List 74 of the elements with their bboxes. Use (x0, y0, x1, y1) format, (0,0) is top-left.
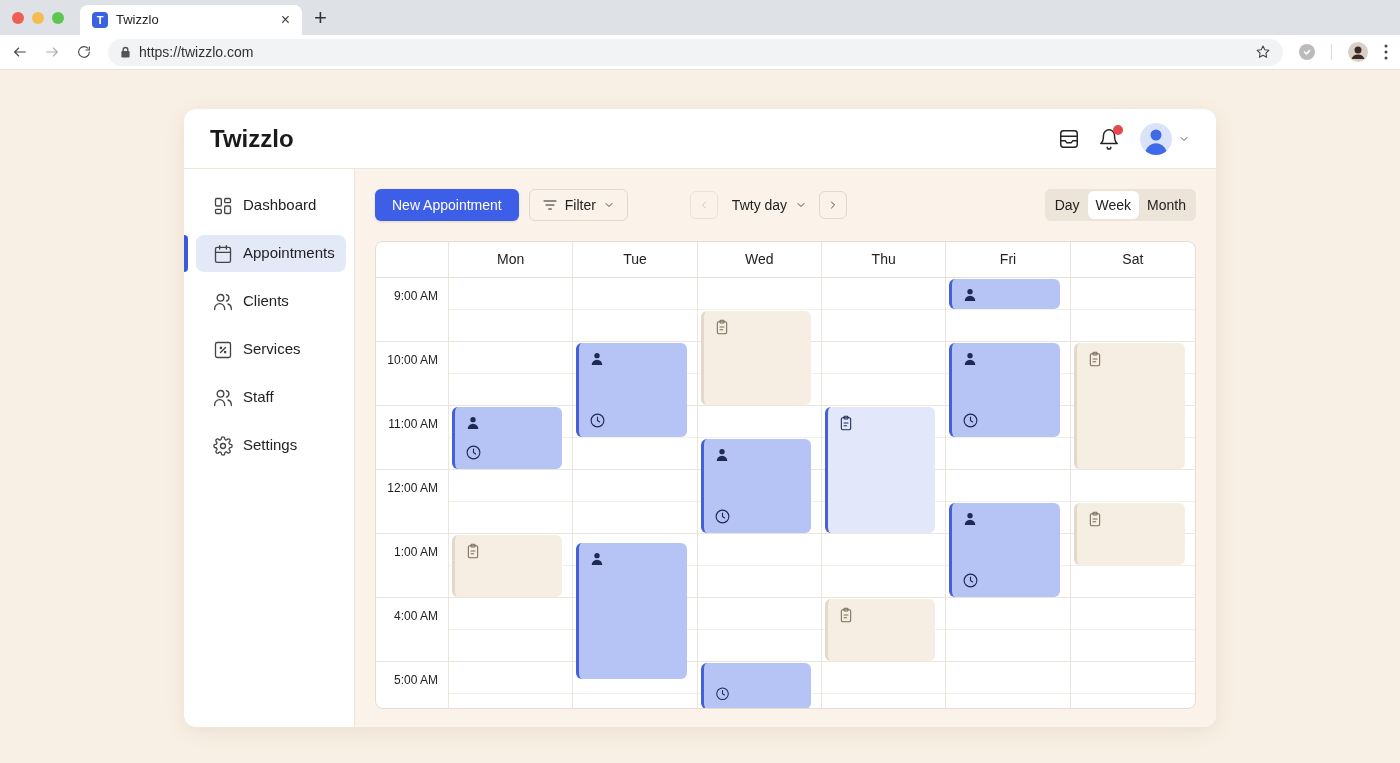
favicon: T (92, 12, 108, 28)
reload-icon[interactable] (76, 44, 92, 60)
sidebar-item[interactable]: Appointments (196, 235, 346, 272)
sidebar-item[interactable]: Settings (196, 427, 346, 464)
people-icon (213, 291, 233, 312)
view-tab[interactable]: Month (1139, 191, 1194, 219)
day-header: Mon (497, 250, 525, 269)
person-icon (465, 415, 481, 431)
appointment-card[interactable] (452, 407, 563, 469)
percent-icon (213, 339, 233, 360)
clipboard-icon (838, 415, 854, 431)
profile-avatar-icon[interactable] (1348, 42, 1368, 62)
view-tab[interactable]: Day (1046, 191, 1088, 219)
people-icon (213, 387, 233, 408)
back-icon[interactable] (12, 44, 28, 60)
extension-icon[interactable] (1299, 44, 1315, 60)
clipboard-icon (465, 543, 481, 559)
appointment-card[interactable] (700, 663, 811, 708)
appointment-card[interactable] (576, 343, 687, 437)
tab-close-button[interactable]: × (280, 12, 290, 28)
inbox-icon[interactable] (1058, 127, 1080, 150)
time-label: 12:00 AM (387, 480, 438, 497)
dashboard-icon (213, 195, 233, 216)
active-indicator (184, 235, 188, 272)
time-label: 5:00 AM (393, 672, 438, 689)
sidebar-item[interactable]: Clients (196, 283, 346, 320)
clock-icon (589, 412, 607, 429)
appointment-card[interactable] (825, 407, 936, 533)
sidebar-item[interactable]: Staff (196, 379, 346, 416)
period-dropdown[interactable]: Twty day (731, 194, 808, 216)
lock-icon (120, 46, 131, 58)
appointment-card[interactable] (949, 343, 1060, 437)
browser-tab[interactable]: T Twizzlo × (80, 5, 302, 35)
day-header: Wed (745, 250, 774, 269)
time-label: 11:00 AM (388, 416, 438, 433)
appointment-card[interactable] (576, 543, 687, 679)
clock-icon (962, 572, 980, 589)
time-label: 1:00 AM (393, 544, 438, 561)
clipboard-icon (838, 607, 854, 623)
star-icon[interactable] (1255, 44, 1271, 60)
new-tab-button[interactable]: + (314, 6, 327, 29)
filter-icon (541, 197, 558, 213)
day-header: Fri (999, 250, 1017, 269)
clock-icon (465, 444, 482, 461)
settings-icon (213, 435, 233, 456)
appointment-card[interactable] (949, 279, 1060, 309)
appointment-card[interactable] (949, 503, 1060, 597)
user-avatar-icon[interactable] (1140, 122, 1172, 155)
clock-icon (962, 412, 980, 429)
clock-icon (713, 685, 731, 701)
more-icon[interactable] (1384, 44, 1388, 60)
filter-button[interactable]: Filter (528, 189, 628, 221)
day-header: Thu (871, 250, 896, 269)
time-label: 10:00 AM (387, 352, 438, 369)
url-text: https://twizzlo.com (139, 42, 255, 62)
new-appointment-button[interactable]: New Appointment (375, 189, 519, 221)
day-header: Tue (623, 250, 647, 269)
forward-icon[interactable] (44, 44, 60, 60)
window-control-icon (12, 11, 24, 24)
clock-icon (713, 508, 731, 525)
notification-bell-icon[interactable] (1098, 127, 1120, 150)
sidebar-item[interactable]: Dashboard (196, 187, 346, 224)
time-label: 4:00 AM (393, 608, 438, 625)
time-label: 9:00 AM (393, 288, 438, 305)
window-control-icon (32, 11, 44, 24)
address-bar[interactable]: https://twizzlo.com (108, 38, 1283, 66)
day-header: Sat (1122, 250, 1144, 269)
window-control-icon (52, 11, 64, 24)
tab-title: Twizzlo (116, 11, 160, 30)
appointment-card[interactable] (700, 439, 811, 533)
calendar-icon (213, 243, 233, 264)
sidebar-item[interactable]: Services (196, 331, 346, 368)
view-tab[interactable]: Week (1087, 191, 1140, 219)
app-title: Twizzlo (210, 123, 295, 154)
